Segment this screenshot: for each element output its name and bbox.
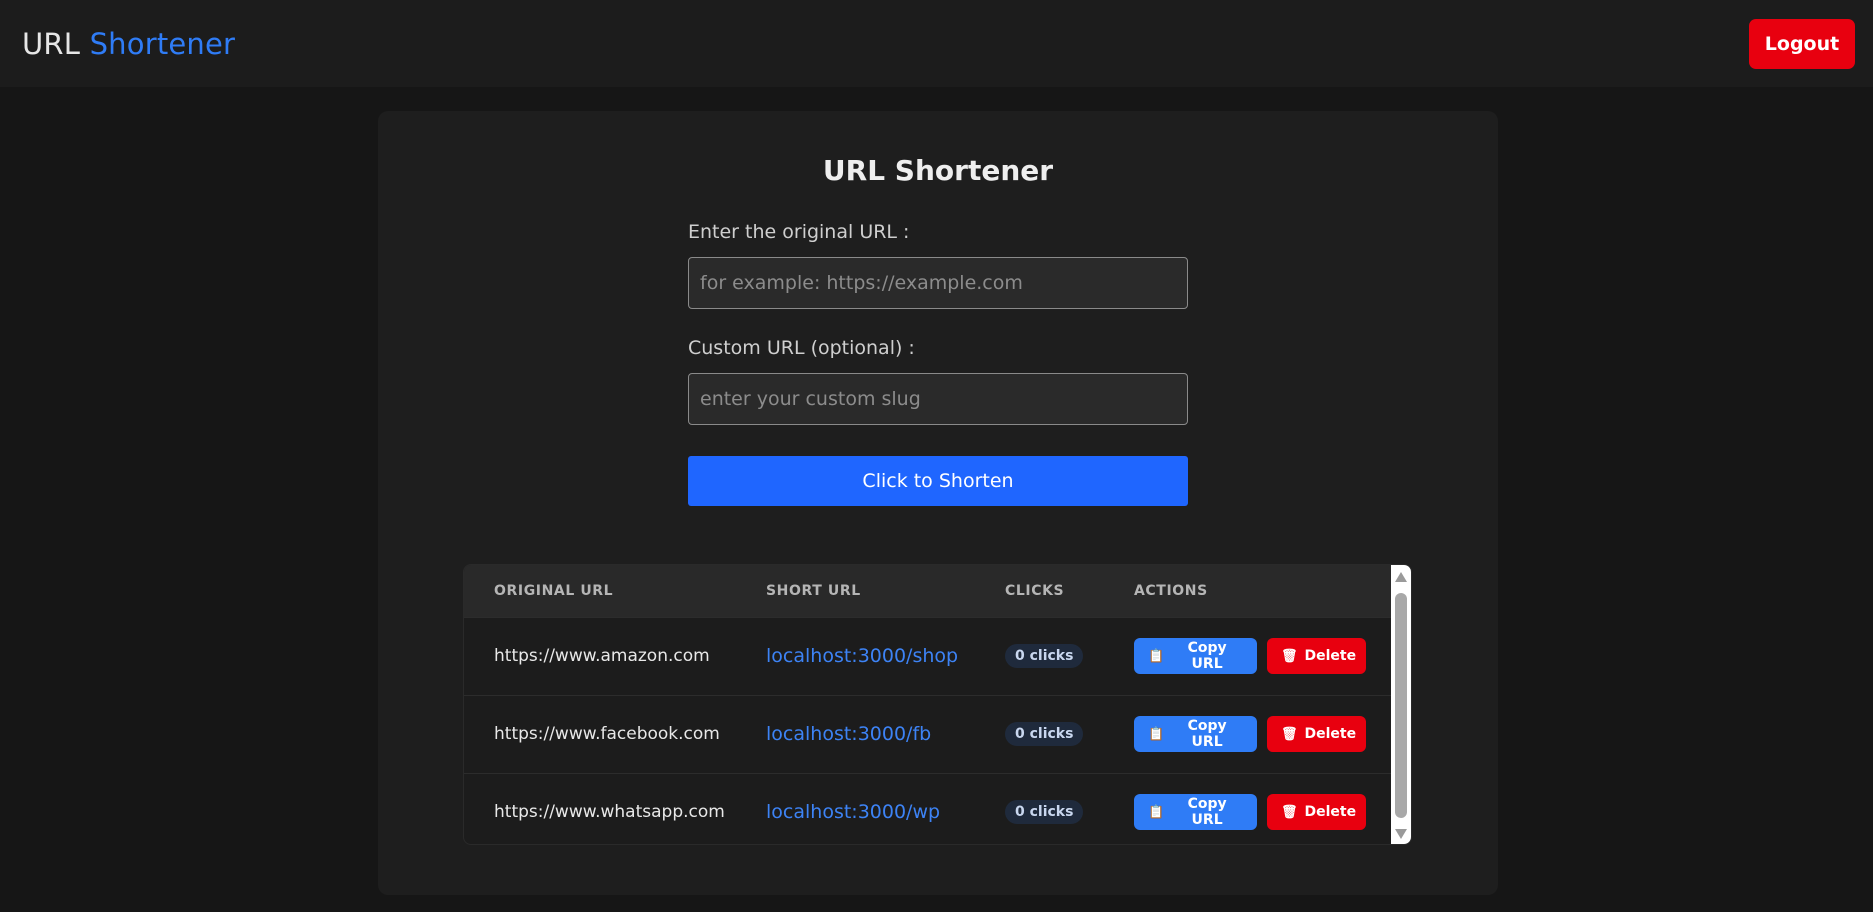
original-url-cell: https://www.amazon.com — [494, 646, 710, 666]
copy-url-button[interactable]: 📋 Copy URL — [1134, 716, 1257, 752]
original-url-input[interactable] — [688, 257, 1188, 309]
scroll-down-arrow-icon[interactable] — [1395, 829, 1407, 839]
delete-button[interactable]: 🗑 Delete — [1267, 716, 1366, 752]
header-original-url: ORIGINAL URL — [494, 582, 614, 599]
trash-icon: 🗑 — [1281, 804, 1298, 820]
header-short-url: SHORT URL — [766, 582, 861, 599]
table-header-row: ORIGINAL URL SHORT URL CLICKS ACTIONS — [464, 565, 1392, 617]
page-title: URL Shortener — [822, 154, 1054, 187]
clicks-badge: 0 clicks — [1005, 722, 1084, 746]
custom-slug-input[interactable] — [688, 373, 1188, 425]
navbar: URL Shortener Logout — [0, 0, 1873, 87]
original-url-cell: https://www.facebook.com — [494, 724, 720, 744]
logout-button[interactable]: Logout — [1749, 18, 1855, 69]
urls-table: ORIGINAL URL SHORT URL CLICKS ACTIONS ht… — [464, 565, 1392, 844]
header-clicks: CLICKS — [1005, 582, 1065, 599]
copy-url-label: Copy URL — [1187, 640, 1227, 672]
copy-url-button[interactable]: 📋 Copy URL — [1134, 794, 1257, 831]
clicks-badge: 0 clicks — [1005, 644, 1084, 668]
table-row: https://www.whatsapp.com localhost:3000/… — [464, 773, 1392, 844]
clipboard-icon: 📋 — [1148, 648, 1165, 664]
short-url-link[interactable]: localhost:3000/fb — [736, 695, 975, 773]
table-row: https://www.facebook.com localhost:3000/… — [464, 695, 1392, 773]
trash-icon: 🗑 — [1281, 648, 1298, 664]
table-row: https://www.amazon.com localhost:3000/sh… — [464, 617, 1392, 695]
delete-label: Delete — [1304, 648, 1357, 664]
short-url-link[interactable]: localhost:3000/wp — [736, 773, 975, 844]
short-url-link[interactable]: localhost:3000/shop — [736, 617, 975, 695]
scrollbar-thumb[interactable] — [1395, 593, 1407, 818]
brand-logo[interactable]: URL Shortener — [22, 27, 235, 61]
clipboard-icon: 📋 — [1148, 726, 1165, 742]
copy-url-label: Copy URL — [1187, 796, 1227, 829]
scroll-up-arrow-icon[interactable] — [1395, 572, 1407, 582]
clipboard-icon: 📋 — [1148, 804, 1165, 820]
header-actions: ACTIONS — [1134, 582, 1208, 599]
original-url-label: Enter the original URL : — [688, 221, 910, 243]
brand-word-url: URL — [22, 26, 81, 61]
copy-url-button[interactable]: 📋 Copy URL — [1134, 638, 1257, 674]
copy-url-label: Copy URL — [1187, 718, 1227, 750]
custom-url-label: Custom URL (optional) : — [688, 337, 915, 359]
brand-word-shortener: Shortener — [89, 26, 236, 61]
trash-icon: 🗑 — [1281, 726, 1298, 742]
original-url-cell: https://www.whatsapp.com — [494, 802, 725, 823]
clicks-badge: 0 clicks — [1005, 800, 1084, 825]
urls-table-container: ORIGINAL URL SHORT URL CLICKS ACTIONS ht… — [463, 564, 1412, 845]
delete-button[interactable]: 🗑 Delete — [1267, 794, 1366, 831]
delete-label: Delete — [1304, 726, 1357, 742]
shorten-form: Enter the original URL : Custom URL (opt… — [688, 221, 1188, 506]
shorten-button[interactable]: Click to Shorten — [688, 456, 1188, 506]
table-scrollbar[interactable] — [1391, 565, 1411, 844]
delete-button[interactable]: 🗑 Delete — [1267, 638, 1366, 674]
shortener-card: URL Shortener Enter the original URL : C… — [378, 111, 1498, 895]
delete-label: Delete — [1304, 804, 1357, 821]
